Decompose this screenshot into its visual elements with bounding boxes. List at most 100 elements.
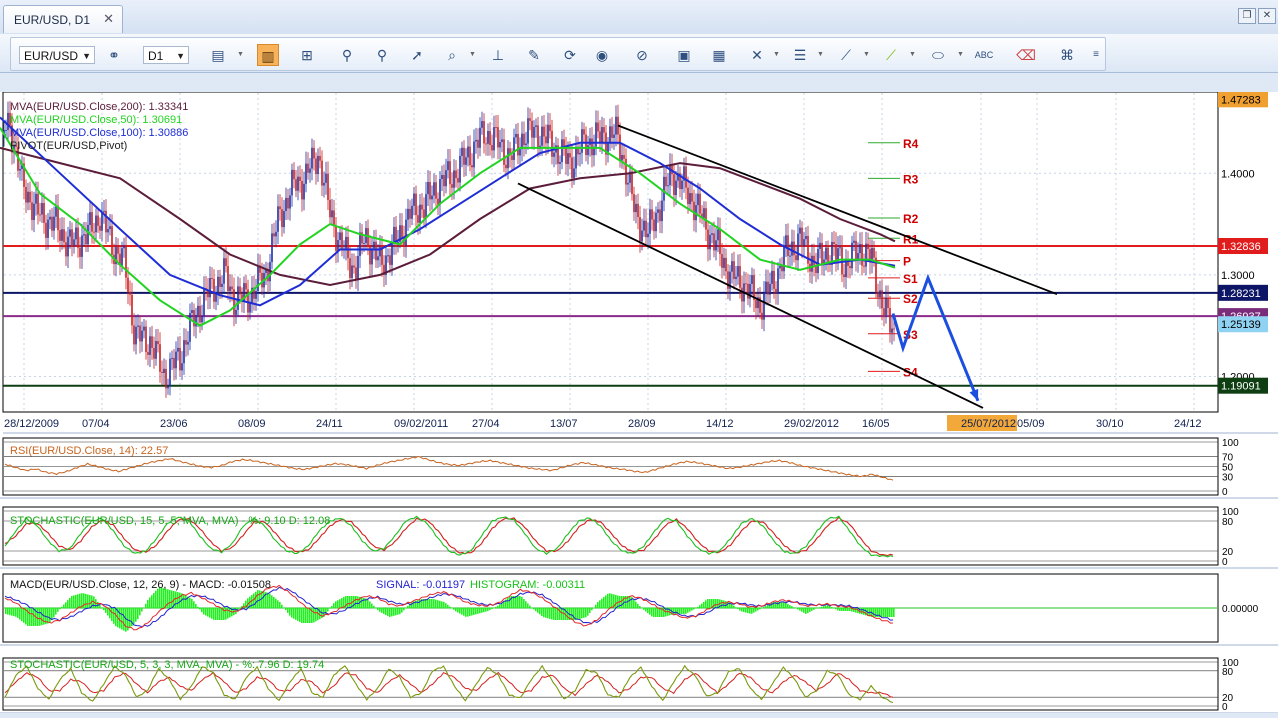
candle-body <box>409 208 411 219</box>
picture-icon[interactable]: ▣ <box>673 44 695 66</box>
dropdown-arrow-icon[interactable]: ▼ <box>817 51 824 58</box>
price-label: 1.47283 <box>1221 94 1261 106</box>
candle-body <box>141 330 143 342</box>
macd-histogram-bar <box>589 608 591 613</box>
price-label: 1.28231 <box>1221 288 1261 300</box>
dropdown-arrow-icon[interactable]: ▼ <box>773 51 780 58</box>
pencil-icon[interactable]: ⟋ <box>835 44 857 66</box>
candle-body <box>75 227 77 240</box>
macd-histogram-bar <box>639 605 641 608</box>
macd-histogram-bar <box>253 593 255 608</box>
macd-histogram-bar <box>439 600 441 608</box>
zoom-out-icon[interactable]: ⚲ <box>336 44 358 66</box>
candle-body <box>329 199 331 218</box>
lines-icon[interactable]: ☰ <box>789 44 811 66</box>
tree-icon[interactable]: ⌘ <box>1056 44 1078 66</box>
macd-histogram-bar <box>201 608 203 613</box>
candle-body <box>309 168 311 173</box>
candle-body <box>291 169 293 196</box>
candle-body <box>735 276 737 280</box>
chart-type-icon[interactable]: ⚭ <box>103 44 125 66</box>
macd-y-tick: 0.00000 <box>1222 604 1259 615</box>
macd-histogram-bar <box>143 607 145 609</box>
chart-svg[interactable]: 1.40001.30001.2000R4R3R2R1PS1S2S3S4MVA(E… <box>0 91 1278 714</box>
candle-body <box>137 325 139 327</box>
refresh-icon[interactable]: ✎ <box>523 44 545 66</box>
candle-body <box>489 130 491 146</box>
dropdown-arrow-icon[interactable]: ▼ <box>863 51 870 58</box>
ohlc-icon[interactable]: ▤ <box>207 44 229 66</box>
candle-body <box>421 204 423 210</box>
candle-body <box>339 232 341 241</box>
macd-histogram-bar <box>363 597 365 608</box>
globe-icon[interactable]: ⟳ <box>559 44 581 66</box>
candle-body <box>369 245 371 265</box>
x-tick-label: 28/12/2009 <box>4 418 59 430</box>
macd-histogram-bar <box>651 608 653 617</box>
zoom-in-icon[interactable]: ⊞ <box>296 44 318 66</box>
text-icon[interactable]: ABC <box>973 44 995 66</box>
eraser-icon[interactable]: ⌫ <box>1015 44 1037 66</box>
bar-icon[interactable]: ▥ <box>257 44 279 66</box>
candle-body <box>627 182 629 185</box>
stoch1-title: STOCHASTIC(EUR/USD, 15, 5, 5, MVA, MVA) … <box>10 515 330 527</box>
restore-window-button[interactable]: ❐ <box>1238 8 1256 24</box>
close-window-button[interactable]: ✕ <box>1258 8 1276 24</box>
candle-body <box>517 133 519 156</box>
macd-histogram-bar <box>817 607 819 609</box>
x-tick-label: 24/12 <box>1174 418 1202 430</box>
macd-histogram-bar <box>275 598 277 608</box>
close-tab-icon[interactable]: ✕ <box>103 11 114 27</box>
candle-body <box>693 201 695 221</box>
dropdown-arrow-icon[interactable]: ▼ <box>909 51 916 58</box>
macd-histogram-bar <box>499 604 501 608</box>
cursor-icon[interactable]: ⚲ <box>371 44 393 66</box>
macd-histogram-bar <box>731 604 733 608</box>
period-icon[interactable]: ⌕ <box>441 44 463 66</box>
timeframe-select[interactable]: D1 ▼ <box>143 46 189 64</box>
macd-histogram-bar <box>277 600 279 608</box>
macd-histogram-bar <box>595 604 597 608</box>
macd-histogram-bar <box>121 608 123 630</box>
zoom-icon[interactable]: ➚ <box>406 44 428 66</box>
symbol-select[interactable]: EUR/USD ▼ <box>19 46 95 64</box>
chart-area[interactable]: 1.40001.30001.2000R4R3R2R1PS1S2S3S4MVA(E… <box>0 91 1278 714</box>
y-tick-label: 1.3000 <box>1221 270 1255 282</box>
candle-body <box>37 193 39 215</box>
macd-histogram-bar <box>437 600 439 608</box>
candle-body <box>487 130 489 144</box>
dropdown-arrow-icon[interactable]: ▼ <box>957 51 964 58</box>
dropdown-arrow-icon[interactable]: ▼ <box>469 51 476 58</box>
candle-body <box>411 205 413 219</box>
candle-body <box>545 136 547 144</box>
ruler-icon[interactable]: ⊘ <box>631 44 653 66</box>
macd-histogram-bar <box>801 608 803 612</box>
macd-histogram-bar <box>741 608 743 612</box>
pivot-label-r3: R3 <box>903 172 919 186</box>
crosshair-icon[interactable]: ✕ <box>746 44 768 66</box>
macd-histogram-bar <box>561 608 563 620</box>
macd-histogram-bar <box>787 603 789 608</box>
x-tick-label: 09/02/2011 <box>394 418 448 430</box>
macd-histogram-bar <box>383 608 385 614</box>
web-icon[interactable]: ◉ <box>591 44 613 66</box>
chart-tab[interactable]: EUR/USD, D1 ✕ <box>3 5 123 33</box>
candle-body <box>515 133 517 138</box>
candle-body <box>483 121 485 144</box>
candle-body <box>839 247 841 249</box>
more-icon[interactable]: ≡ <box>1085 44 1107 66</box>
screenshot-icon[interactable]: ▦ <box>708 44 730 66</box>
macd-histogram-bar <box>349 596 351 608</box>
line-icon[interactable]: ⟋ <box>880 44 902 66</box>
macd-histogram-bar <box>751 608 753 614</box>
candle-body <box>445 170 447 187</box>
candle-body <box>333 210 335 227</box>
dropdown-arrow-icon[interactable]: ▼ <box>237 51 244 58</box>
edit-icon[interactable]: ⊥ <box>487 44 509 66</box>
macd-histogram-bar <box>791 606 793 608</box>
macd-histogram-bar <box>605 595 607 608</box>
macd-histogram-bar <box>609 593 611 608</box>
macd-histogram-bar <box>649 608 651 615</box>
ellipse-icon[interactable]: ⬭ <box>927 44 949 66</box>
candle-body <box>745 283 747 285</box>
